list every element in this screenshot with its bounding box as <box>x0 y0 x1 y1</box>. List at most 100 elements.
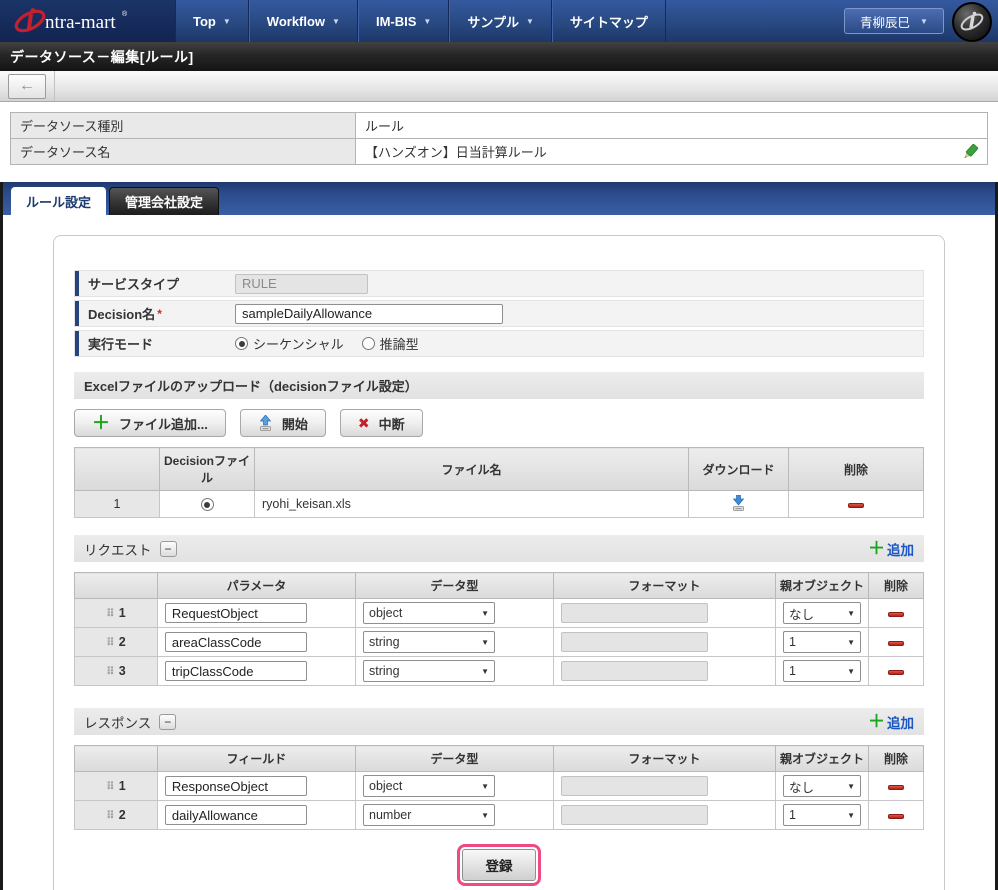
chevron-down-icon: ▼ <box>481 638 489 647</box>
parameter-input[interactable] <box>165 632 307 652</box>
parent-object-select[interactable]: 1▼ <box>783 804 861 826</box>
chevron-down-icon: ▼ <box>481 811 489 820</box>
col-header-delete: 削除 <box>789 448 924 491</box>
row-number: 2 <box>119 808 126 822</box>
nav-item-sitemap[interactable]: サイトマップ <box>552 0 666 42</box>
drag-handle-icon[interactable]: ⠿ <box>106 636 115 649</box>
col-header-decision-file: Decisionファイル <box>160 448 255 491</box>
chevron-down-icon: ▼ <box>847 638 855 647</box>
table-row: ⠿1 object▼ なし▼ <box>75 772 924 801</box>
delete-cell <box>789 491 924 518</box>
abort-upload-button[interactable]: ✖ 中断 <box>340 409 423 437</box>
nav-item-top[interactable]: Top ▼ <box>175 0 249 42</box>
parameter-input[interactable] <box>165 661 307 681</box>
radio-label: 推論型 <box>380 334 419 353</box>
add-file-button[interactable]: ＋ ファイル追加... <box>74 409 226 437</box>
nav-item-sample[interactable]: サンプル ▼ <box>449 0 552 42</box>
drag-handle-icon[interactable]: ⠿ <box>106 809 115 822</box>
footer: 登録 <box>74 844 924 886</box>
back-button[interactable]: ← <box>8 74 46 99</box>
table-header-row: フィールド データ型 フォーマット 親オブジェクト 削除 <box>75 746 924 772</box>
register-button[interactable]: 登録 <box>462 849 536 881</box>
edit-pencil-icon[interactable] <box>962 143 979 163</box>
radio-sequential[interactable]: シーケンシャル <box>235 334 344 353</box>
collapse-minus-icon[interactable]: − <box>160 541 177 557</box>
delete-minus-icon[interactable] <box>888 814 904 819</box>
datasource-name-value: 【ハンズオン】日当計算ルール <box>356 139 988 165</box>
parent-object-select[interactable]: なし▼ <box>783 602 861 624</box>
toolbar: ← <box>0 71 998 102</box>
format-input <box>561 805 708 825</box>
data-type-select[interactable]: object▼ <box>363 775 495 797</box>
response-add-link[interactable]: ＋ 追加 <box>868 712 914 732</box>
tab-bar: ルール設定 管理会社設定 <box>3 182 995 215</box>
parent-object-select[interactable]: 1▼ <box>783 631 861 653</box>
table-row: データソース種別 ルール <box>11 113 988 139</box>
col-header-download: ダウンロード <box>689 448 789 491</box>
download-cell <box>689 491 789 518</box>
col-header-blank <box>75 448 160 491</box>
col-header-delete: 削除 <box>869 573 924 599</box>
register-highlight: 登録 <box>457 844 541 886</box>
start-upload-button[interactable]: 開始 <box>240 409 326 437</box>
nav-item-workflow[interactable]: Workflow ▼ <box>249 0 358 42</box>
drag-handle-icon[interactable]: ⠿ <box>106 665 115 678</box>
download-icon[interactable] <box>731 495 746 511</box>
service-type-row: サービスタイプ <box>74 270 924 297</box>
delete-minus-icon[interactable] <box>888 785 904 790</box>
table-row: ⠿3 string▼ 1▼ <box>75 657 924 686</box>
field-input[interactable] <box>165 776 307 796</box>
radio-on-icon[interactable] <box>201 498 214 511</box>
data-type-select[interactable]: string▼ <box>363 660 495 682</box>
field-input[interactable] <box>165 805 307 825</box>
tab-admin-company-settings[interactable]: 管理会社設定 <box>109 187 219 215</box>
chevron-down-icon: ▼ <box>920 17 928 26</box>
nav-item-im-bis[interactable]: IM-BIS ▼ <box>358 0 449 42</box>
chevron-down-icon: ▼ <box>526 17 534 26</box>
intra-mart-logo[interactable]: ntra-mart ® <box>0 0 175 42</box>
datasource-type-value: ルール <box>356 113 988 139</box>
col-header-parent-object: 親オブジェクト <box>776 746 869 772</box>
decision-file-radio-cell <box>160 491 255 518</box>
col-header-field: フィールド <box>157 746 355 772</box>
user-menu-button[interactable]: 青柳辰巳 ▼ <box>844 8 944 34</box>
radio-inference[interactable]: 推論型 <box>362 334 419 353</box>
intra-mart-badge-icon[interactable] <box>952 2 992 42</box>
decision-name-row: Decision名 * <box>74 300 924 327</box>
chevron-down-icon: ▼ <box>847 811 855 820</box>
delete-minus-icon[interactable] <box>888 670 904 675</box>
data-type-select[interactable]: string▼ <box>363 631 495 653</box>
request-section-header: リクエスト − ＋ 追加 <box>74 535 924 562</box>
nav-label: IM-BIS <box>376 14 416 29</box>
drag-handle-icon[interactable]: ⠿ <box>106 607 115 620</box>
parameter-input[interactable] <box>165 603 307 623</box>
parent-object-select[interactable]: 1▼ <box>783 660 861 682</box>
tab-label: ルール設定 <box>26 192 91 211</box>
delete-minus-icon[interactable] <box>848 503 864 508</box>
button-label: 開始 <box>282 414 308 433</box>
data-type-select[interactable]: number▼ <box>363 804 495 826</box>
chevron-down-icon: ▼ <box>481 609 489 618</box>
tab-rule-settings[interactable]: ルール設定 <box>11 187 106 215</box>
delete-minus-icon[interactable] <box>888 612 904 617</box>
drag-handle-icon[interactable]: ⠿ <box>106 780 115 793</box>
data-type-select[interactable]: object▼ <box>363 602 495 624</box>
label-text: Decision名 <box>88 304 155 323</box>
format-input <box>561 632 708 652</box>
collapse-minus-icon[interactable]: − <box>159 714 176 730</box>
plus-icon: ＋ <box>92 414 110 432</box>
table-row: 1 ryohi_keisan.xls <box>75 491 924 518</box>
exec-mode-row: 実行モード シーケンシャル 推論型 <box>74 330 924 357</box>
intra-mart-logo-icon: ntra-mart ® <box>14 5 164 37</box>
datasource-name-label: データソース名 <box>11 139 356 165</box>
upload-buttons: ＋ ファイル追加... 開始 ✖ 中断 <box>74 409 924 437</box>
col-header-data-type: データ型 <box>356 573 554 599</box>
parent-object-select[interactable]: なし▼ <box>783 775 861 797</box>
col-header-parent-object: 親オブジェクト <box>776 573 869 599</box>
decision-name-input[interactable] <box>235 304 503 324</box>
delete-minus-icon[interactable] <box>888 641 904 646</box>
row-number: 1 <box>119 606 126 620</box>
section-title: リクエスト <box>84 539 152 559</box>
page-title-text: データソース－編集[ルール] <box>10 47 194 67</box>
request-add-link[interactable]: ＋ 追加 <box>868 539 914 559</box>
